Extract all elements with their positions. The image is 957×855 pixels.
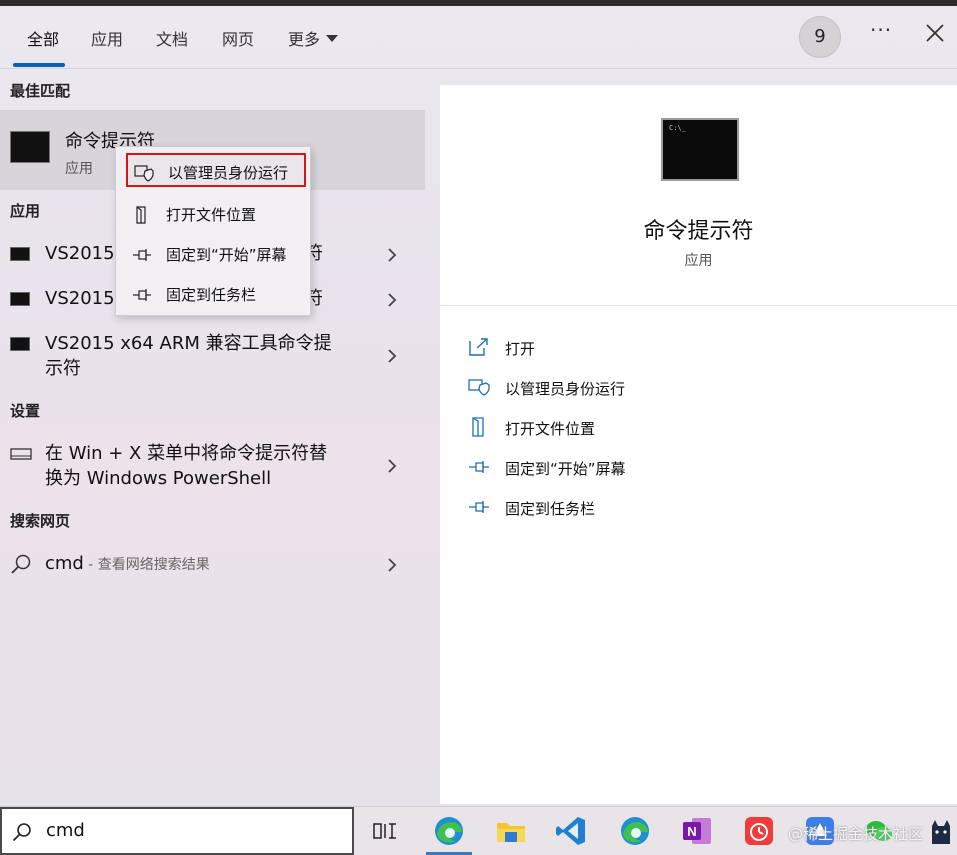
- taskbar-search-box[interactable]: [0, 807, 354, 855]
- context-open-file-location[interactable]: 打开文件位置: [126, 197, 306, 231]
- tab-apps[interactable]: 应用: [91, 26, 123, 50]
- command-prompt-icon: [10, 337, 30, 351]
- tab-web[interactable]: 网页: [222, 26, 254, 50]
- action-label: 打开: [505, 340, 536, 358]
- edge-icon[interactable]: [432, 814, 466, 848]
- prompt-cursor: C:\_: [669, 124, 686, 132]
- search-icon: [12, 823, 31, 842]
- search-input[interactable]: [46, 820, 336, 841]
- section-apps: 应用: [10, 202, 41, 220]
- action-label: 固定到任务栏: [505, 500, 596, 518]
- action-label: 以管理员身份运行: [505, 380, 626, 398]
- setting-result[interactable]: 在 Win + X 菜单中将命令提示符替 换为 Windows PowerShe…: [0, 438, 425, 494]
- search-window: 全部 应用 文档 网页 更多 9 ··· 最佳匹配 命令提示符 应用 应用 VS…: [0, 6, 957, 806]
- context-item-label: 固定到“开始”屏幕: [166, 246, 287, 264]
- app-result-label: VS2015: [45, 243, 115, 264]
- web-result[interactable]: cmd - 查看网络搜索结果: [0, 548, 425, 588]
- preview-subtitle: 应用: [684, 253, 713, 269]
- setting-result-line2: 换为 Windows PowerShell: [45, 468, 272, 489]
- tab-more[interactable]: 更多: [288, 26, 339, 50]
- best-match-subtitle: 应用: [65, 161, 93, 177]
- tab-more-label: 更多: [288, 30, 321, 49]
- app-result-label-line1: VS2015 x64 ARM 兼容工具命令提: [45, 333, 332, 354]
- action-label: 打开文件位置: [505, 420, 596, 438]
- watermark-text: @稀土掘金技术社区: [788, 825, 924, 843]
- active-tab-indicator: [13, 63, 65, 67]
- context-item-label: 以管理员身份运行: [168, 164, 289, 182]
- chevron-right-icon[interactable]: [385, 291, 399, 309]
- context-pin-to-taskbar[interactable]: 固定到任务栏: [126, 277, 306, 311]
- context-item-label: 固定到任务栏: [166, 286, 257, 304]
- action-pin-to-start[interactable]: 固定到“开始”屏幕: [468, 453, 948, 483]
- caret-down-icon: [326, 35, 339, 42]
- onenote-icon[interactable]: N: [680, 814, 714, 848]
- pin-icon: [469, 461, 489, 473]
- setting-result-line1: 在 Win + X 菜单中将命令提示符替: [45, 443, 328, 464]
- context-run-as-admin[interactable]: 以管理员身份运行: [126, 153, 306, 187]
- action-label: 固定到“开始”屏幕: [505, 460, 626, 478]
- file-explorer-icon[interactable]: [494, 814, 528, 848]
- chevron-right-icon[interactable]: [385, 556, 399, 574]
- svg-text:N: N: [687, 824, 696, 839]
- close-icon[interactable]: [920, 18, 950, 48]
- app-result-label: VS2015: [45, 288, 115, 309]
- app-result-label-line2: 示符: [45, 358, 81, 379]
- preview-title: 命令提示符: [643, 219, 754, 244]
- action-pin-to-taskbar[interactable]: 固定到任务栏: [468, 493, 948, 523]
- command-prompt-icon: [10, 292, 30, 306]
- shield-icon: [468, 379, 490, 396]
- open-icon: [469, 338, 488, 356]
- action-open[interactable]: 打开: [468, 333, 948, 363]
- context-menu: 以管理员身份运行 打开文件位置 固定到“开始”屏幕 固定到任务栏: [115, 146, 311, 316]
- action-open-file-location[interactable]: 打开文件位置: [468, 413, 948, 443]
- preview-divider: [440, 305, 957, 306]
- taskbar: N @稀土掘金技术社区: [0, 806, 957, 855]
- section-best-match: 最佳匹配: [10, 82, 71, 100]
- command-prompt-icon: [10, 247, 30, 261]
- folder-icon: [472, 417, 484, 437]
- calendar-app-icon[interactable]: [742, 814, 776, 848]
- search-icon: [11, 554, 31, 574]
- chevron-right-icon[interactable]: [385, 246, 399, 264]
- pin-icon: [133, 289, 151, 301]
- more-options-icon[interactable]: ···: [870, 18, 892, 42]
- cat-icon[interactable]: [924, 814, 957, 848]
- chevron-right-icon[interactable]: [385, 457, 399, 475]
- section-web: 搜索网页: [10, 512, 71, 530]
- settings-display-icon: [10, 448, 32, 460]
- shield-icon: [134, 165, 154, 182]
- pin-icon: [133, 249, 151, 261]
- folder-icon: [136, 206, 146, 224]
- command-prompt-large-icon: C:\_: [661, 118, 739, 181]
- edge-icon[interactable]: [618, 814, 652, 848]
- web-result-query: cmd: [45, 553, 84, 574]
- context-item-label: 打开文件位置: [166, 206, 257, 224]
- action-run-as-admin[interactable]: 以管理员身份运行: [468, 373, 948, 403]
- task-view-icon[interactable]: [368, 814, 402, 848]
- command-prompt-icon: [10, 131, 50, 163]
- context-pin-to-start[interactable]: 固定到“开始”屏幕: [126, 237, 306, 271]
- section-settings: 设置: [10, 402, 41, 420]
- web-result-hint: - 查看网络搜索结果: [83, 557, 210, 573]
- tab-all[interactable]: 全部: [27, 26, 59, 50]
- rewards-badge[interactable]: 9: [799, 16, 841, 58]
- preview-panel: C:\_ 命令提示符 应用 打开 以管理员身份运行 打开文件位置 固定到“开始”…: [440, 85, 957, 804]
- pin-icon: [469, 501, 489, 513]
- search-header: 全部 应用 文档 网页 更多 9 ···: [0, 6, 957, 69]
- vscode-icon[interactable]: [554, 814, 588, 848]
- app-result-vs2015-x64-arm[interactable]: VS2015 x64 ARM 兼容工具命令提 示符: [0, 328, 425, 384]
- tab-documents[interactable]: 文档: [156, 26, 188, 50]
- chevron-right-icon[interactable]: [385, 347, 399, 365]
